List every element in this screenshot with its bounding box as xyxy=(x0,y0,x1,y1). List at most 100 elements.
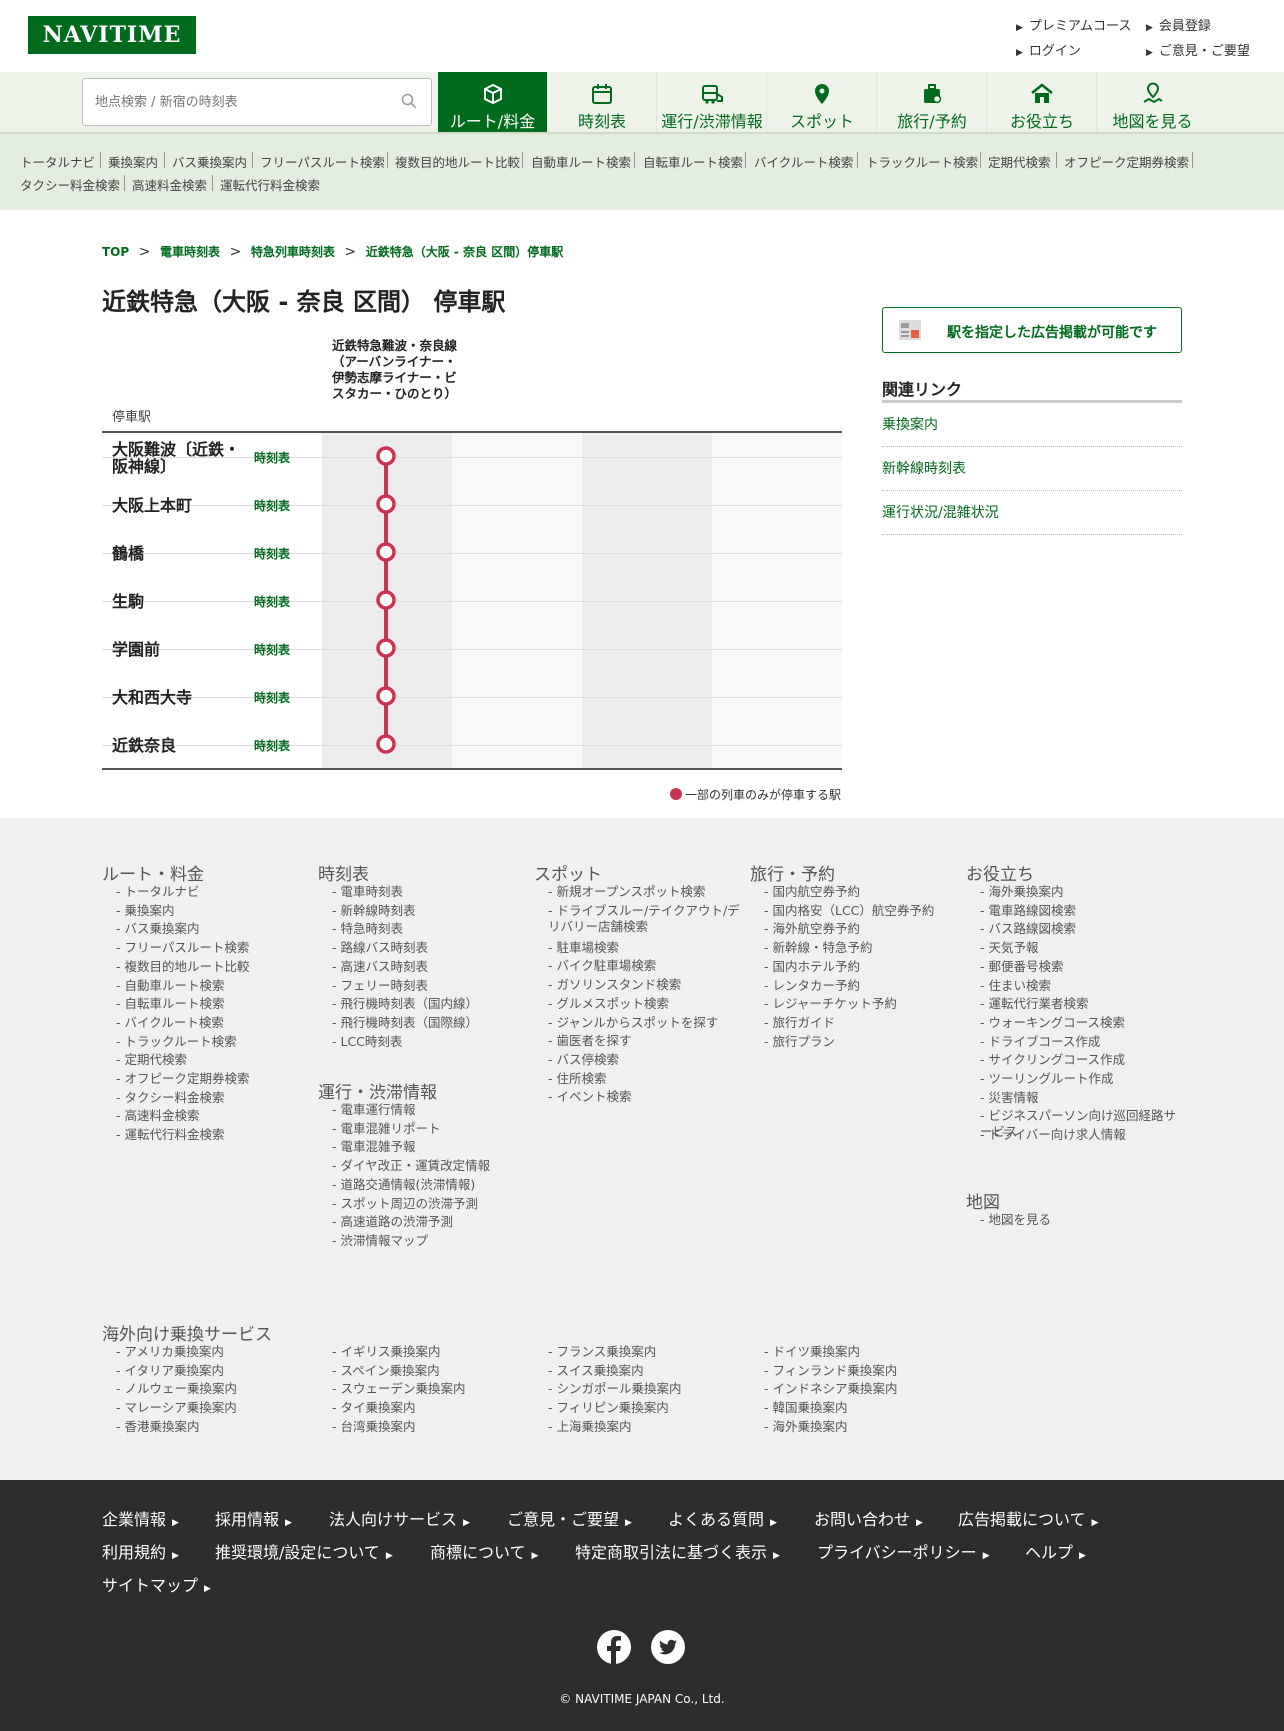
footer-link[interactable]: - 渋滞情報マップ xyxy=(332,1233,428,1249)
footer-link[interactable]: - 郵便番号検索 xyxy=(980,959,1063,975)
footer-link[interactable]: - 電車路線図検索 xyxy=(980,903,1076,919)
footer-link[interactable]: - バス路線図検索 xyxy=(980,921,1076,937)
timetable-link[interactable]: 時刻表 xyxy=(254,689,290,706)
footer-link[interactable]: - 運転代行料金検索 xyxy=(116,1127,224,1143)
footer-link[interactable]: - 上海乗換案内 xyxy=(548,1419,631,1435)
footer-link[interactable]: - トラックルート検索 xyxy=(116,1034,237,1050)
footer-link[interactable]: - アメリカ乗換案内 xyxy=(116,1344,224,1360)
footer-link[interactable]: - バイクルート検索 xyxy=(116,1015,224,1031)
tab-route-fare[interactable]: ルート/料金 xyxy=(438,72,547,132)
footer-bottom-link[interactable]: サイトマップ ▶ xyxy=(102,1572,211,1596)
footer-link[interactable]: - 高速バス時刻表 xyxy=(332,959,428,975)
footer-link[interactable]: - 電車混雑予報 xyxy=(332,1139,415,1155)
footer-link[interactable]: - 乗換案内 xyxy=(116,903,174,919)
footer-link[interactable]: - 新規オープンスポット検索 xyxy=(548,884,706,900)
footer-link[interactable]: - 電車時刻表 xyxy=(332,884,403,900)
footer-link[interactable]: - レンタカー予約 xyxy=(764,978,860,994)
footer-link[interactable]: - バス停検索 xyxy=(548,1052,619,1068)
search-input[interactable] xyxy=(95,79,395,125)
subnav-item[interactable]: 乗換案内 xyxy=(108,152,158,171)
footer-link[interactable]: - 韓国乗換案内 xyxy=(764,1400,847,1416)
footer-link[interactable]: - スポット周辺の渋滞予測 xyxy=(332,1196,478,1212)
footer-link[interactable]: - 駐車場検索 xyxy=(548,940,619,956)
footer-bottom-link[interactable]: ヘルプ ▶ xyxy=(1025,1539,1086,1563)
tab-spot[interactable]: スポット xyxy=(768,72,877,132)
footer-link[interactable]: - タクシー料金検索 xyxy=(116,1090,224,1106)
footer-link[interactable]: - ドライブコース作成 xyxy=(980,1034,1100,1050)
footer-link[interactable]: - スウェーデン乗換案内 xyxy=(332,1381,465,1397)
subnav-item[interactable]: トラックルート検索 xyxy=(866,152,978,171)
footer-link[interactable]: - 海外航空券予約 xyxy=(764,921,860,937)
search-icon[interactable] xyxy=(401,93,417,109)
navitime-logo[interactable]: NAVITIME xyxy=(28,16,196,54)
footer-bottom-link[interactable]: 推奨環境/設定について ▶ xyxy=(215,1539,393,1563)
footer-link[interactable]: - タイ乗換案内 xyxy=(332,1400,415,1416)
footer-link[interactable]: - ドイツ乗換案内 xyxy=(764,1344,860,1360)
footer-link[interactable]: - 国内ホテル予約 xyxy=(764,959,860,975)
footer-link[interactable]: - 飛行機時刻表（国内線） xyxy=(332,996,478,1012)
related-link[interactable]: 新幹線時刻表 xyxy=(882,458,1182,491)
footer-link[interactable]: - 新幹線・特急予約 xyxy=(764,940,872,956)
footer-link[interactable]: - ウォーキングコース検索 xyxy=(980,1015,1125,1031)
footer-link[interactable]: - 歯医者を探す xyxy=(548,1033,631,1049)
footer-link[interactable]: - フリーパスルート検索 xyxy=(116,940,249,956)
footer-link[interactable]: - 住所検索 xyxy=(548,1071,606,1087)
footer-link[interactable]: - LCC時刻表 xyxy=(332,1034,402,1050)
tab-traffic-info[interactable]: 運行/渋滞情報 xyxy=(658,72,767,132)
footer-link[interactable]: - 自転車ルート検索 xyxy=(116,996,224,1012)
footer-link[interactable]: - 特急時刻表 xyxy=(332,921,403,937)
ad-placement-button[interactable]: 駅を指定した広告掲載が可能です xyxy=(882,307,1182,353)
feedback-link[interactable]: ▶ ご意見・ご要望 xyxy=(1146,40,1250,59)
footer-link[interactable]: - スイス乗換案内 xyxy=(548,1363,644,1379)
premium-course-link[interactable]: ▶ プレミアムコース xyxy=(1016,15,1131,34)
footer-link[interactable]: - レジャーチケット予約 xyxy=(764,996,897,1012)
footer-bottom-link[interactable]: よくある質問 ▶ xyxy=(668,1506,777,1530)
footer-link[interactable]: - イベント検索 xyxy=(548,1089,631,1105)
subnav-item[interactable]: タクシー料金検索 xyxy=(20,175,120,194)
footer-link[interactable]: - 複数目的地ルート比較 xyxy=(116,959,249,975)
footer-link[interactable]: - 災害情報 xyxy=(980,1090,1038,1106)
footer-link[interactable]: - 飛行機時刻表（国際線） xyxy=(332,1015,478,1031)
timetable-link[interactable]: 時刻表 xyxy=(254,641,290,658)
footer-link[interactable]: - ノルウェー乗換案内 xyxy=(116,1381,237,1397)
subnav-item[interactable]: 運転代行料金検索 xyxy=(220,175,320,194)
subnav-item[interactable]: バス乗換案内 xyxy=(172,152,247,171)
footer-bottom-link[interactable]: 採用情報 ▶ xyxy=(215,1506,292,1530)
subnav-item[interactable]: バイクルート検索 xyxy=(754,152,853,171)
footer-link[interactable]: - 道路交通情報(渋滞情報) xyxy=(332,1177,475,1193)
footer-link[interactable]: - イタリア乗換案内 xyxy=(116,1363,224,1379)
subnav-item[interactable]: 高速料金検索 xyxy=(132,175,207,194)
footer-link[interactable]: - 電車混雑リポート xyxy=(332,1121,440,1137)
footer-bottom-link[interactable]: 企業情報 ▶ xyxy=(102,1506,179,1530)
footer-bottom-link[interactable]: プライバシーポリシー ▶ xyxy=(817,1539,990,1563)
footer-link[interactable]: - ドライブスルー/テイクアウト/デリバリー店舗検索 xyxy=(548,903,744,935)
footer-link[interactable]: - インドネシア乗換案内 xyxy=(764,1381,897,1397)
subnav-item[interactable]: トータルナビ xyxy=(20,152,95,171)
footer-link[interactable]: - 台湾乗換案内 xyxy=(332,1419,415,1435)
subnav-item[interactable]: 定期代検索 xyxy=(988,152,1051,171)
footer-link[interactable]: - 国内航空券予約 xyxy=(764,884,860,900)
breadcrumb-train-timetable[interactable]: 電車時刻表 xyxy=(160,245,220,259)
footer-link[interactable]: - 地図を見る xyxy=(980,1212,1051,1228)
footer-link[interactable]: - フェリー時刻表 xyxy=(332,978,428,994)
footer-link[interactable]: - 海外乗換案内 xyxy=(764,1419,847,1435)
footer-bottom-link[interactable]: ご意見・ご要望 ▶ xyxy=(507,1506,632,1530)
footer-link[interactable]: - ドライバー向け求人情報 xyxy=(980,1127,1126,1143)
member-register-link[interactable]: ▶ 会員登録 xyxy=(1146,15,1211,34)
subnav-item[interactable]: 複数目的地ルート比較 xyxy=(395,152,520,171)
footer-link[interactable]: - グルメスポット検索 xyxy=(548,996,669,1012)
timetable-link[interactable]: 時刻表 xyxy=(254,593,290,610)
login-link[interactable]: ▶ ログイン xyxy=(1016,40,1081,59)
timetable-link[interactable]: 時刻表 xyxy=(254,545,290,562)
footer-link[interactable]: - 住まい検索 xyxy=(980,978,1051,994)
subnav-item[interactable]: 自動車ルート検索 xyxy=(531,152,631,171)
tab-timetable[interactable]: 時刻表 xyxy=(548,72,657,132)
footer-link[interactable]: - マレーシア乗換案内 xyxy=(116,1400,237,1416)
breadcrumb-top[interactable]: TOP xyxy=(102,245,129,259)
footer-link[interactable]: - 天気予報 xyxy=(980,940,1038,956)
tab-useful[interactable]: お役立ち xyxy=(988,72,1097,132)
tab-travel-booking[interactable]: 旅行/予約 xyxy=(878,72,987,132)
footer-link[interactable]: - フィリピン乗換案内 xyxy=(548,1400,669,1416)
related-link[interactable]: 乗換案内 xyxy=(882,414,1182,447)
timetable-link[interactable]: 時刻表 xyxy=(254,497,290,514)
